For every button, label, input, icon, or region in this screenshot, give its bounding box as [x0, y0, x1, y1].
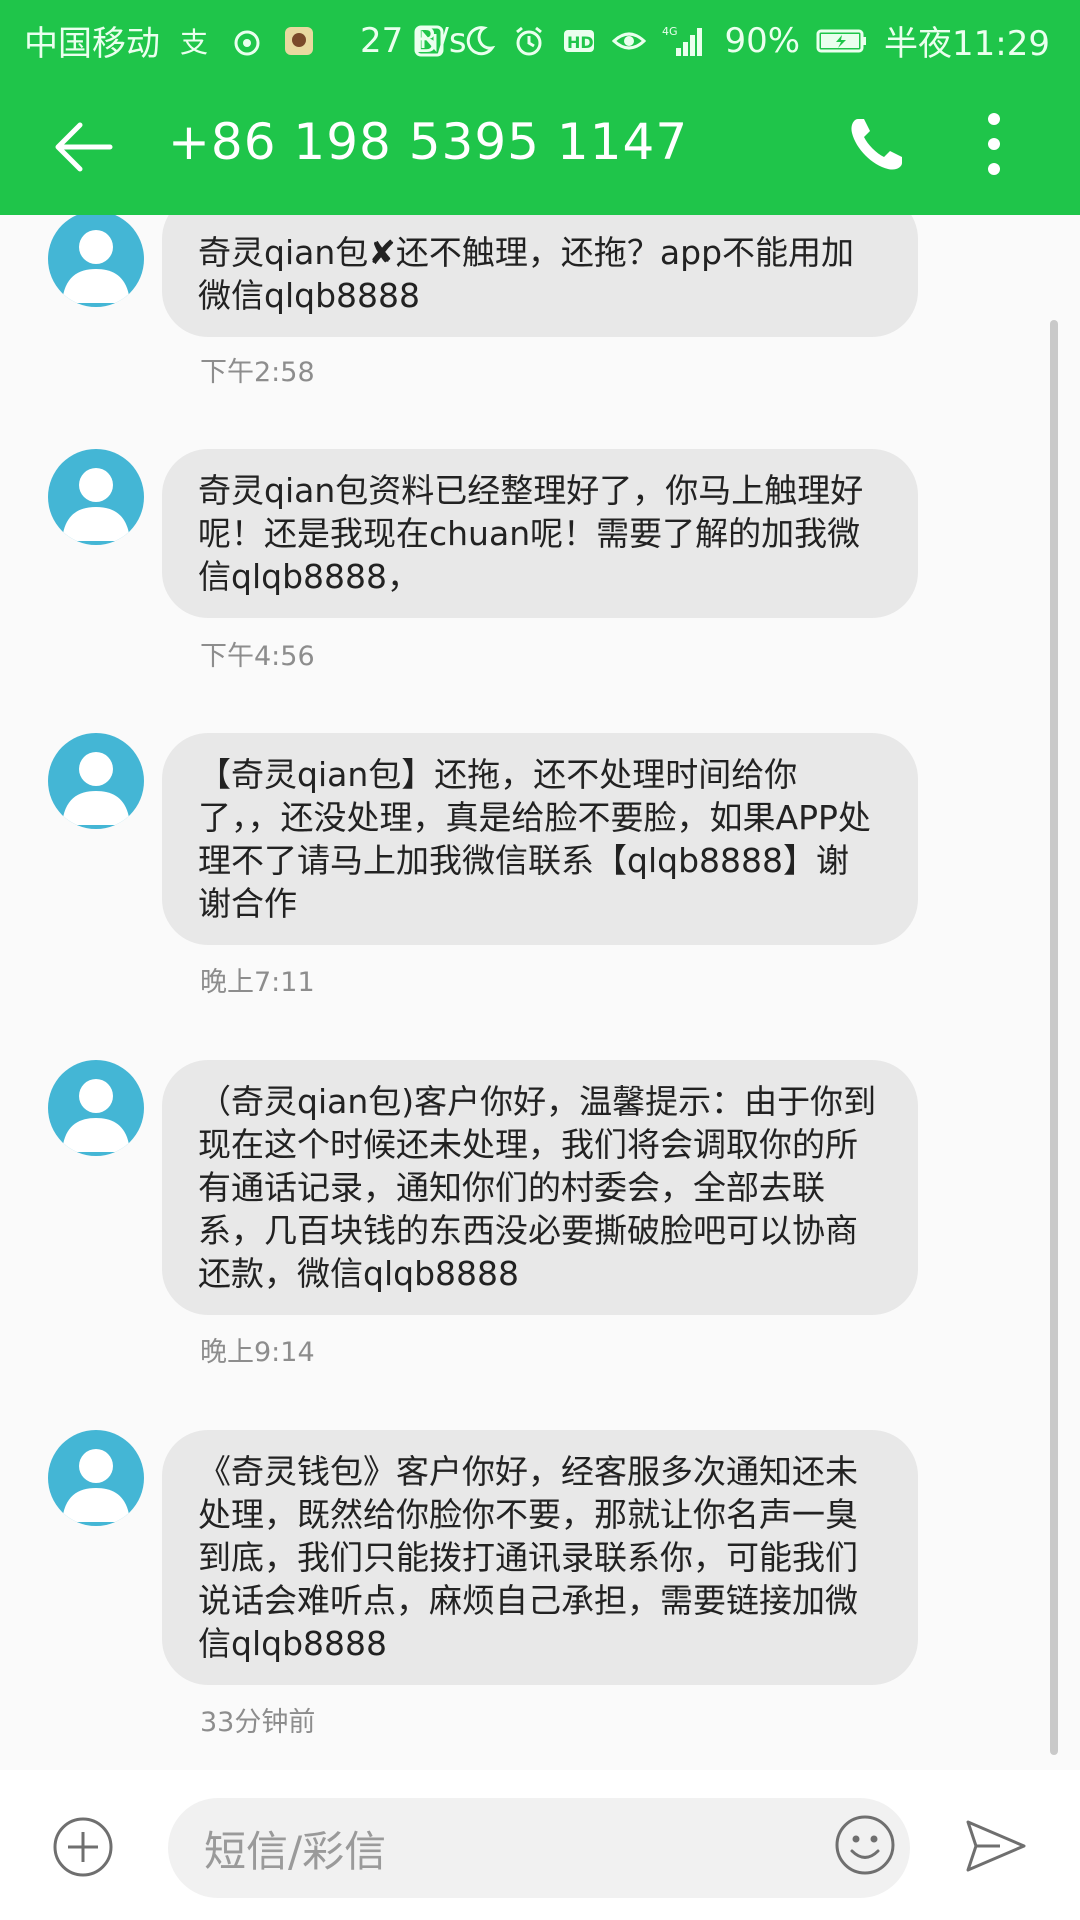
- composer-bar: 短信/彩信: [0, 1770, 1080, 1920]
- message-bubble[interactable]: （奇灵qian包)客户你好，温馨提示：由于你到现在这个时候还未处理，我们将会调取…: [162, 1060, 918, 1315]
- message-time: 晚上9:14: [200, 1337, 315, 1368]
- status-right: HD 4G 90% 半夜11:29: [412, 16, 1050, 65]
- phone-call-icon[interactable]: [844, 113, 908, 177]
- contact-avatar-icon[interactable]: [48, 1430, 144, 1526]
- svg-text:HD: HD: [567, 33, 594, 52]
- app-notification-icon: [282, 24, 316, 58]
- emoji-icon[interactable]: [834, 1814, 896, 1876]
- eye-comfort-icon: [612, 24, 647, 58]
- carrier-label: 中国移动: [24, 24, 160, 64]
- add-attachment-icon[interactable]: [52, 1816, 114, 1878]
- message-bubble[interactable]: 《奇灵钱包》客户你好，经客服多次通知还未处理，既然给你脸你不要，那就让你名声一臭…: [162, 1430, 918, 1685]
- weibo-icon: [230, 24, 264, 58]
- moon-icon: [462, 24, 496, 58]
- nfc-icon: [412, 24, 446, 58]
- message-bubble[interactable]: 奇灵qian包✘还不触理，还拖？app不能用加微信qlqb8888: [162, 215, 918, 337]
- back-arrow-icon[interactable]: [52, 115, 116, 179]
- contact-number-title: +86 198 5395 1147: [168, 113, 689, 171]
- alipay-icon: 支: [178, 24, 212, 59]
- svg-text:4G: 4G: [662, 25, 678, 38]
- status-left: 中国移动 支 27 B/s: [24, 16, 467, 65]
- sms-conversation-screen: 中国移动 支 27 B/s HD 4G 90% 半夜11:29 +86 198 …: [0, 0, 1080, 1920]
- message-time: 33分钟前: [200, 1707, 316, 1738]
- svg-text:支: 支: [180, 26, 208, 58]
- contact-avatar-icon[interactable]: [48, 215, 144, 307]
- scrollbar[interactable]: [1050, 320, 1058, 1755]
- message-bubble[interactable]: 【奇灵qian包】还拖，还不处理时间给你了，，还没处理，真是给脸不要脸，如果AP…: [162, 733, 918, 945]
- signal-4g-icon: 4G: [662, 24, 708, 58]
- message-time: 下午2:58: [200, 357, 315, 388]
- more-options-icon[interactable]: [980, 109, 1008, 179]
- contact-avatar-icon[interactable]: [48, 1060, 144, 1156]
- contact-avatar-icon[interactable]: [48, 449, 144, 545]
- message-list[interactable]: 奇灵qian包✘还不触理，还拖？app不能用加微信qlqb8888 下午2:58…: [0, 215, 1080, 1770]
- battery-percent: 90%: [724, 20, 801, 61]
- status-bar: 中国移动 支 27 B/s HD 4G 90% 半夜11:29: [0, 0, 1080, 75]
- clock-label: 半夜11:29: [884, 24, 1050, 64]
- app-bar: +86 198 5395 1147: [0, 75, 1080, 215]
- send-icon[interactable]: [964, 1818, 1028, 1874]
- message-time: 晚上7:11: [200, 967, 315, 998]
- message-input[interactable]: 短信/彩信: [168, 1798, 910, 1898]
- message-time: 下午4:56: [200, 641, 315, 672]
- alarm-icon: [512, 24, 546, 58]
- header-bar: 中国移动 支 27 B/s HD 4G 90% 半夜11:29 +86 198 …: [0, 0, 1080, 215]
- hd-icon: HD: [562, 24, 596, 58]
- contact-avatar-icon[interactable]: [48, 733, 144, 829]
- battery-charging-icon: [816, 24, 868, 58]
- message-bubble[interactable]: 奇灵qian包资料已经整理好了，你马上触理好呢！还是我现在chuan呢！需要了解…: [162, 449, 918, 618]
